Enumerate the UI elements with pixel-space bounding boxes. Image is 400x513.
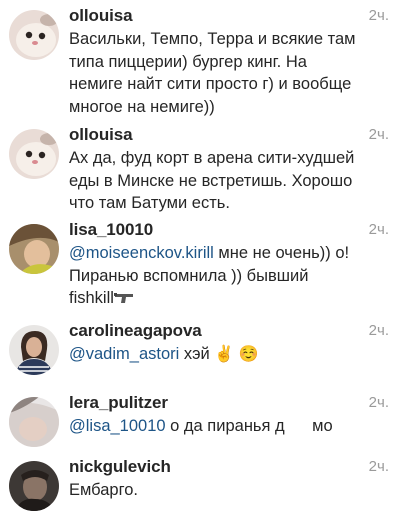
username[interactable]: ollouisa — [69, 125, 133, 144]
avatar[interactable] — [9, 10, 59, 60]
comment-body: lera_pulitzer 2ч. @lisa_10010 о да пиран… — [69, 393, 394, 438]
mention-link[interactable]: @vadim_astori — [69, 345, 179, 363]
emoji-text: ✌️ ☺️ — [214, 346, 259, 363]
username[interactable]: lisa_10010 — [69, 220, 153, 239]
comment-header: ollouisa 2ч. — [69, 125, 394, 147]
comment-header: nickgulevich 2ч. — [69, 457, 394, 479]
comment-header: lisa_10010 2ч. — [69, 220, 394, 242]
avatar[interactable] — [9, 397, 59, 447]
timestamp: 2ч. — [368, 7, 389, 24]
username[interactable]: ollouisa — [69, 6, 133, 25]
comment-header: ollouisa 2ч. — [69, 6, 394, 28]
comment-body: ollouisa 2ч. Ах да, фуд корт в арена сит… — [69, 125, 394, 215]
avatar[interactable] — [9, 461, 59, 511]
comment-text: @vadim_astori хэй ✌️ ☺️ — [69, 343, 394, 367]
comment-text: Васильки, Темпо, Терра и всякие там типа… — [69, 30, 356, 116]
username[interactable]: nickgulevich — [69, 457, 171, 476]
avatar[interactable] — [9, 325, 59, 375]
pistol-emoji — [113, 293, 133, 303]
timestamp: 2ч. — [368, 322, 389, 339]
mention-link[interactable]: @moiseenckov.kirill — [69, 244, 214, 262]
timestamp: 2ч. — [368, 221, 389, 238]
avatar[interactable] — [9, 224, 59, 274]
comment-text: @lisa_10010 о да пиранья д мо — [69, 415, 394, 438]
comment-body: ollouisa 2ч. Васильки, Темпо, Терра и вс… — [69, 6, 394, 118]
comment-text: Ах да, фуд корт в арена сити-худшей еды … — [69, 149, 355, 212]
comment-text: Ембарго. — [69, 481, 139, 499]
comment-text-tail: о да пиранья д мо — [165, 417, 333, 435]
comment-text-tail: хэй — [179, 345, 215, 363]
comment-text: @moiseenckov.kirill мне не очень)) о! Пи… — [69, 242, 394, 310]
username[interactable]: lera_pulitzer — [69, 393, 168, 412]
timestamp: 2ч. — [368, 394, 389, 411]
comment-body: carolineagapova 2ч. @vadim_astori хэй ✌️… — [69, 321, 394, 367]
avatar[interactable] — [9, 129, 59, 179]
comment-header: lera_pulitzer 2ч. — [69, 393, 394, 415]
timestamp: 2ч. — [368, 458, 389, 475]
comment-body: lisa_10010 2ч. @moiseenckov.kirill мне н… — [69, 220, 394, 310]
comment-header: carolineagapova 2ч. — [69, 321, 394, 343]
username[interactable]: carolineagapova — [69, 321, 202, 340]
timestamp: 2ч. — [368, 126, 389, 143]
mention-link[interactable]: @lisa_10010 — [69, 417, 166, 435]
comment-body: nickgulevich 2ч. Ембарго. — [69, 457, 394, 502]
